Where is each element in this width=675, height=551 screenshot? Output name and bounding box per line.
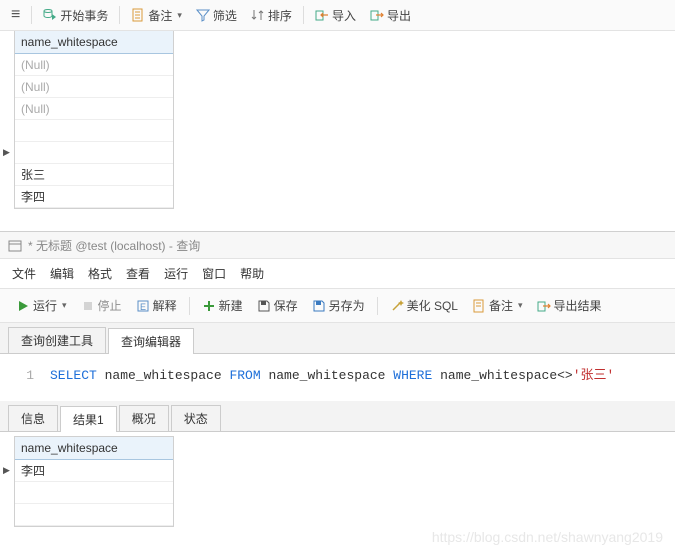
query-window-icon: [8, 239, 22, 253]
run-label: 运行: [33, 297, 57, 314]
filter-icon: [196, 8, 210, 22]
separator: [119, 6, 120, 24]
table-row[interactable]: 李四: [15, 460, 173, 482]
column-header[interactable]: name_whitespace: [15, 31, 173, 54]
play-icon: [16, 299, 30, 313]
save-as-button[interactable]: 另存为: [308, 295, 369, 316]
menu-运行[interactable]: 运行: [164, 265, 188, 282]
table-row[interactable]: [15, 504, 173, 526]
memo-button[interactable]: 备注: [126, 5, 187, 26]
memo-label-2: 备注: [489, 297, 513, 314]
sort-label: 排序: [268, 7, 292, 24]
new-button[interactable]: 新建: [198, 295, 247, 316]
separator: [31, 6, 32, 24]
save-as-icon: [312, 299, 326, 313]
table-row[interactable]: 李四: [15, 186, 173, 208]
menu-文件[interactable]: 文件: [12, 265, 36, 282]
result-tabstrip: 信息结果1概况状态: [0, 401, 675, 432]
separator: [377, 297, 378, 315]
explain-button[interactable]: E 解释: [132, 295, 181, 316]
plus-icon: [202, 299, 216, 313]
menu-编辑[interactable]: 编辑: [50, 265, 74, 282]
result-tab-概况[interactable]: 概况: [119, 405, 169, 431]
save-as-label: 另存为: [329, 297, 365, 314]
new-label: 新建: [219, 297, 243, 314]
export-button[interactable]: 导出: [365, 5, 416, 26]
play-db-icon: [43, 8, 57, 22]
memo-icon: [131, 8, 145, 22]
sort-icon: [251, 8, 265, 22]
export-label: 导出: [387, 7, 411, 24]
table-row[interactable]: [15, 142, 173, 164]
svg-text:E: E: [140, 302, 146, 312]
beautify-button[interactable]: 美化 SQL: [386, 295, 462, 316]
result-grid[interactable]: name_whitespace 李四: [14, 436, 174, 527]
sort-button[interactable]: 排序: [246, 5, 297, 26]
memo-button-2[interactable]: 备注: [468, 295, 527, 316]
filter-label: 筛选: [213, 7, 237, 24]
import-icon: [315, 8, 329, 22]
menu-查看[interactable]: 查看: [126, 265, 150, 282]
table-row[interactable]: [15, 482, 173, 504]
tab-query-builder[interactable]: 查询创建工具: [8, 327, 106, 353]
export-icon: [370, 8, 384, 22]
menu-帮助[interactable]: 帮助: [240, 265, 264, 282]
export-icon: [537, 299, 551, 313]
filter-button[interactable]: 筛选: [191, 5, 242, 26]
memo-label: 备注: [148, 7, 172, 24]
menu-窗口[interactable]: 窗口: [202, 265, 226, 282]
menu-格式[interactable]: 格式: [88, 265, 112, 282]
editor-tabstrip: 查询创建工具 查询编辑器: [0, 323, 675, 354]
result-tab-信息[interactable]: 信息: [8, 405, 58, 431]
result-tab-状态[interactable]: 状态: [171, 405, 221, 431]
stop-button[interactable]: 停止: [77, 295, 126, 316]
query-panel: * 无标题 @test (localhost) - 查询 文件编辑格式查看运行窗…: [0, 231, 675, 527]
sql-editor[interactable]: 1SELECT name_whitespace FROM name_whites…: [0, 354, 675, 401]
query-toolbar: 运行 停止 E 解释 新建 保存 另存为 美化 SQL 备注: [0, 289, 675, 323]
table-row[interactable]: (Null): [15, 54, 173, 76]
query-tab-bar: * 无标题 @test (localhost) - 查询: [0, 232, 675, 259]
explain-label: 解释: [153, 297, 177, 314]
save-label: 保存: [274, 297, 298, 314]
table-row[interactable]: (Null): [15, 76, 173, 98]
main-toolbar: ≡ 开始事务 备注 筛选 排序 导入 导出: [0, 0, 675, 31]
line-number: 1: [10, 368, 34, 383]
query-tab-title[interactable]: * 无标题 @test (localhost) - 查询: [28, 237, 200, 254]
beautify-label: 美化 SQL: [407, 297, 458, 314]
stop-icon: [81, 299, 95, 313]
export-result-button[interactable]: 导出结果: [533, 295, 606, 316]
separator: [189, 297, 190, 315]
watermark: https://blog.csdn.net/shawnyang2019: [432, 529, 663, 545]
explain-icon: E: [136, 299, 150, 313]
run-button[interactable]: 运行: [12, 295, 71, 316]
stop-label: 停止: [98, 297, 122, 314]
import-label: 导入: [332, 7, 356, 24]
import-button[interactable]: 导入: [310, 5, 361, 26]
result-tab-结果1[interactable]: 结果1: [60, 406, 117, 432]
export-result-label: 导出结果: [554, 297, 602, 314]
save-icon: [257, 299, 271, 313]
table-row[interactable]: [15, 120, 173, 142]
wand-icon: [390, 299, 404, 313]
table-row[interactable]: (Null): [15, 98, 173, 120]
table-row[interactable]: 张三: [15, 164, 173, 186]
save-button[interactable]: 保存: [253, 295, 302, 316]
menu-bar: 文件编辑格式查看运行窗口帮助: [0, 259, 675, 289]
memo-icon: [472, 299, 486, 313]
begin-tx-label: 开始事务: [60, 7, 108, 24]
result-column-header[interactable]: name_whitespace: [15, 437, 173, 460]
tab-query-editor[interactable]: 查询编辑器: [108, 328, 194, 354]
hamburger-button[interactable]: ≡: [6, 4, 25, 26]
separator: [303, 6, 304, 24]
begin-transaction-button[interactable]: 开始事务: [38, 5, 113, 26]
data-grid[interactable]: name_whitespace (Null)(Null)(Null)张三李四: [14, 31, 174, 209]
